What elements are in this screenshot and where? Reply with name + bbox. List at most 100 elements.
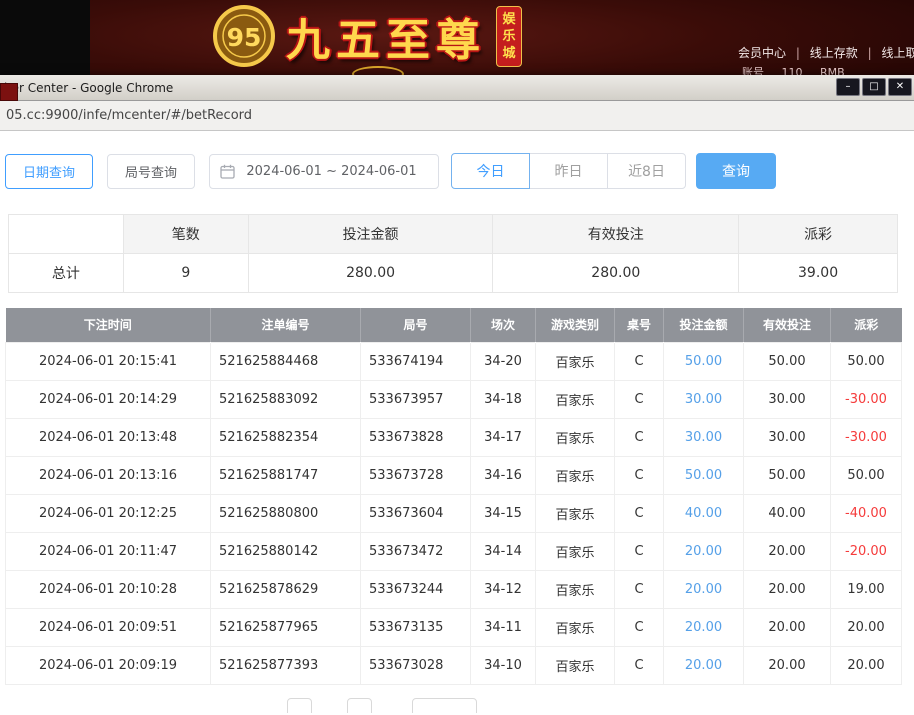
cell-round-id: 533673957 (360, 379, 471, 419)
table-row: 2024-06-01 20:09:51 521625877965 5336731… (5, 607, 902, 647)
cell-bet-id: 521625880142 (210, 531, 361, 571)
cell-bet-time: 2024-06-01 20:13:48 (5, 417, 211, 457)
cell-bet-id: 521625884468 (210, 341, 361, 381)
cell-bet-amount: 30.00 (663, 379, 744, 419)
cell-session: 34-16 (470, 455, 536, 495)
last-8-days-button[interactable]: 近8日 (607, 153, 687, 189)
cell-payout: -20.00 (830, 531, 902, 571)
nav-member-center[interactable]: 会员中心 (738, 46, 786, 60)
cell-valid-bet: 30.00 (743, 379, 831, 419)
nav-online-deposit[interactable]: 线上存款 (810, 46, 858, 60)
summary-count-value: 9 (122, 253, 249, 293)
cell-valid-bet: 30.00 (743, 417, 831, 457)
bet-record-page: 日期查询 局号查询 2024-06-01 ~ 2024-06-01 今日 昨日 … (0, 131, 914, 713)
column-header: 注单编号 (210, 308, 361, 342)
cell-session: 34-10 (470, 645, 536, 685)
cell-payout: 20.00 (830, 645, 902, 685)
logo-emblem-text: 95 (227, 23, 262, 52)
cell-bet-time: 2024-06-01 20:12:25 (5, 493, 211, 533)
cell-table-no: C (614, 417, 664, 457)
bet-amount-link[interactable]: 20.00 (685, 658, 722, 673)
cell-table-no: C (614, 607, 664, 647)
cell-bet-id: 521625882354 (210, 417, 361, 457)
cell-bet-time: 2024-06-01 20:14:29 (5, 379, 211, 419)
summary-header-bet-amount: 投注金额 (247, 214, 494, 254)
column-header: 游戏类别 (535, 308, 615, 342)
cell-valid-bet: 40.00 (743, 493, 831, 533)
summary-bet-amount-value: 280.00 (247, 253, 494, 293)
column-header: 派彩 (830, 308, 902, 342)
summary-valid-bet-value: 280.00 (492, 253, 740, 293)
cell-table-no: C (614, 645, 664, 685)
window-controls: – □ ✕ (836, 78, 912, 96)
cell-table-no: C (614, 379, 664, 419)
cell-session: 34-20 (470, 341, 536, 381)
cell-valid-bet: 50.00 (743, 455, 831, 495)
cell-bet-id: 521625877393 (210, 645, 361, 685)
search-button[interactable]: 查询 (696, 153, 777, 189)
cell-bet-amount: 30.00 (663, 417, 744, 457)
pagination-prev-button[interactable] (287, 698, 312, 713)
close-icon[interactable]: ✕ (888, 78, 912, 96)
cell-bet-time: 2024-06-01 20:13:16 (5, 455, 211, 495)
cell-bet-time: 2024-06-01 20:09:19 (5, 645, 211, 685)
cell-bet-id: 521625877965 (210, 607, 361, 647)
summary-payout-value: 39.00 (738, 253, 898, 293)
site-logo: 95 九五至尊 娱乐城 (212, 4, 522, 68)
table-row: 2024-06-01 20:15:41 521625884468 5336741… (5, 341, 902, 381)
bet-amount-link[interactable]: 20.00 (685, 544, 722, 559)
cell-round-id: 533673244 (360, 569, 471, 609)
cell-round-id: 533673604 (360, 493, 471, 533)
cell-game-type: 百家乐 (535, 341, 615, 381)
cell-round-id: 533673728 (360, 455, 471, 495)
date-range-value: 2024-06-01 ~ 2024-06-01 (246, 163, 417, 179)
nav-separator: | (867, 46, 872, 60)
site-subtitle-badge: 娱乐城 (496, 5, 522, 67)
bet-amount-link[interactable]: 20.00 (685, 582, 722, 597)
window-title-bar: ber Center - Google Chrome – □ ✕ (0, 75, 914, 101)
column-header: 场次 (470, 308, 536, 342)
cell-bet-amount: 20.00 (663, 569, 744, 609)
filter-bar: 日期查询 局号查询 2024-06-01 ~ 2024-06-01 今日 昨日 … (5, 153, 914, 189)
bet-amount-link[interactable]: 40.00 (685, 506, 722, 521)
summary-corner-cell (8, 214, 124, 254)
pagination-next-button[interactable] (347, 698, 372, 713)
pagination-size-select[interactable] (412, 698, 477, 713)
yesterday-button[interactable]: 昨日 (529, 153, 609, 189)
address-bar[interactable]: 05.cc:9900/infe/mcenter/#/betRecord (0, 101, 914, 131)
round-query-tab[interactable]: 局号查询 (107, 153, 196, 189)
site-title: 九五至尊 (286, 15, 486, 66)
table-row: 2024-06-01 20:10:28 521625878629 5336732… (5, 569, 902, 609)
cell-bet-time: 2024-06-01 20:10:28 (5, 569, 211, 609)
cell-bet-amount: 40.00 (663, 493, 744, 533)
bet-table-header-row: 下注时间 注单编号 局号 场次 游戏类别 桌号 投注金额 有效投注 派彩 (5, 308, 902, 342)
cell-valid-bet: 50.00 (743, 341, 831, 381)
bet-amount-link[interactable]: 30.00 (685, 430, 722, 445)
table-row: 2024-06-01 20:13:48 521625882354 5336738… (5, 417, 902, 457)
cell-bet-amount: 20.00 (663, 645, 744, 685)
bet-amount-link[interactable]: 30.00 (685, 392, 722, 407)
date-query-tab[interactable]: 日期查询 (5, 153, 94, 189)
today-button[interactable]: 今日 (451, 153, 531, 189)
cell-bet-amount: 50.00 (663, 455, 744, 495)
date-range-picker[interactable]: 2024-06-01 ~ 2024-06-01 (209, 153, 440, 189)
summary-table: 笔数 投注金额 有效投注 派彩 总计 9 280.00 280.00 39.00 (8, 214, 898, 293)
minimize-icon[interactable]: – (836, 78, 860, 96)
cell-table-no: C (614, 569, 664, 609)
quick-date-group: 今日 昨日 近8日 (451, 153, 687, 189)
maximize-icon[interactable]: □ (862, 78, 886, 96)
cell-bet-time: 2024-06-01 20:11:47 (5, 531, 211, 571)
cell-session: 34-18 (470, 379, 536, 419)
cell-session: 34-11 (470, 607, 536, 647)
cell-table-no: C (614, 493, 664, 533)
column-header: 投注金额 (663, 308, 744, 342)
bet-amount-link[interactable]: 20.00 (685, 620, 722, 635)
cell-bet-id: 521625881747 (210, 455, 361, 495)
red-favicon-square (0, 83, 18, 101)
bet-amount-link[interactable]: 50.00 (685, 354, 722, 369)
cell-valid-bet: 20.00 (743, 645, 831, 685)
bet-amount-link[interactable]: 50.00 (685, 468, 722, 483)
table-row: 2024-06-01 20:13:16 521625881747 5336737… (5, 455, 902, 495)
cell-game-type: 百家乐 (535, 569, 615, 609)
nav-online-withdraw[interactable]: 线上取 (881, 46, 914, 60)
